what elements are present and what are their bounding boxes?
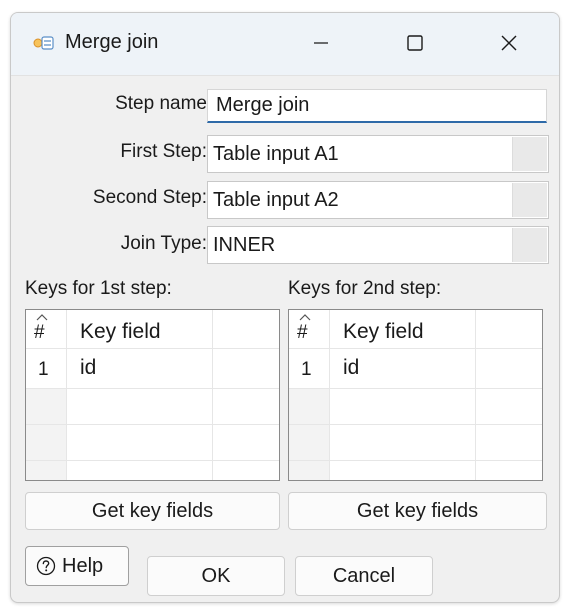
merge-join-dialog: Merge join Step name First Step: Table i… [10,12,560,603]
grid-divider [212,310,213,480]
column-header-number[interactable]: # [34,322,45,344]
second-step-select[interactable]: Table input A2 [207,181,549,219]
window-title: Merge join [65,31,159,53]
row-number-column [289,388,329,480]
sort-up-icon[interactable] [36,313,48,321]
question-circle-icon [36,556,56,576]
first-step-dropdown-button[interactable] [512,137,547,171]
column-header-key-field[interactable]: Key field [80,320,161,344]
column-header-number[interactable]: # [297,322,308,344]
minimize-button[interactable] [299,23,343,63]
grid-divider [26,424,279,425]
second-step-value: Table input A2 [213,189,339,211]
minimize-icon [314,42,328,44]
close-button[interactable] [487,23,531,63]
grid-divider [26,460,279,461]
row-number-column [26,388,66,480]
grid-divider [26,388,279,389]
join-type-select[interactable]: INNER [207,226,549,264]
title-bar: Merge join [11,13,559,76]
table-cell-key-field[interactable]: id [343,356,359,380]
close-icon [501,35,517,51]
column-header-key-field[interactable]: Key field [343,320,424,344]
row-number: 1 [301,359,312,380]
grid-divider [26,348,279,349]
get-key-fields-1st-button[interactable]: Get key fields [25,492,280,530]
cancel-button[interactable]: Cancel [295,556,433,596]
join-type-value: INNER [213,234,276,256]
maximize-button[interactable] [393,23,437,63]
second-step-label: Second Step: [92,187,207,208]
help-button[interactable]: Help [25,546,129,586]
get-key-fields-2nd-button[interactable]: Get key fields [288,492,547,530]
help-button-label: Help [62,554,104,577]
keys-1st-step-label: Keys for 1st step: [25,278,172,299]
join-type-label: Join Type: [120,233,207,254]
step-name-input[interactable] [207,89,547,123]
row-number: 1 [38,359,49,380]
join-type-dropdown-button[interactable] [512,228,547,262]
grid-divider [289,460,542,461]
first-step-select[interactable]: Table input A1 [207,135,549,173]
sort-up-icon[interactable] [299,313,311,321]
merge-join-icon [33,34,55,52]
second-step-dropdown-button[interactable] [512,183,547,217]
keys-2nd-step-label: Keys for 2nd step: [288,278,442,299]
step-name-label: Step name [115,93,207,114]
first-step-label: First Step: [120,141,207,162]
grid-divider [289,388,542,389]
grid-divider [289,424,542,425]
grid-divider [329,310,330,480]
first-step-value: Table input A1 [213,143,339,165]
keys-2nd-step-table[interactable]: # Key field 1 id [288,309,543,481]
grid-divider [66,310,67,480]
ok-button[interactable]: OK [147,556,285,596]
keys-1st-step-table[interactable]: # Key field 1 id [25,309,280,481]
grid-divider [289,348,542,349]
table-cell-key-field[interactable]: id [80,356,96,380]
maximize-icon [407,35,423,51]
grid-divider [475,310,476,480]
